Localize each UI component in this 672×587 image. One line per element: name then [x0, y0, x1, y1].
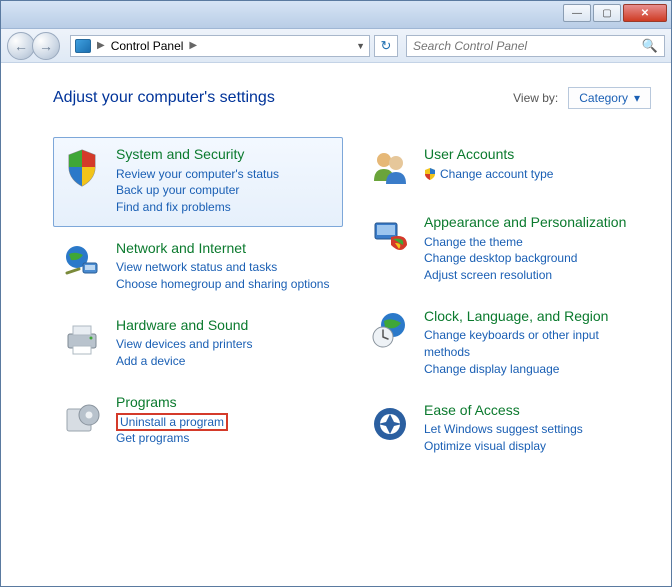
forward-button[interactable]: → [32, 32, 60, 60]
nav-buttons: ← → [7, 32, 60, 60]
category-link[interactable]: Change keyboards or other input methods [424, 328, 599, 359]
view-by-value: Category [579, 91, 628, 105]
content-area: Adjust your computer's settings View by:… [1, 63, 671, 586]
category-title[interactable]: Programs [116, 394, 336, 412]
category-title[interactable]: Clock, Language, and Region [424, 308, 644, 326]
category-link[interactable]: View devices and printers [116, 337, 253, 351]
titlebar: — ▢ ✕ [1, 1, 671, 29]
category-link[interactable]: Adjust screen resolution [424, 268, 552, 282]
globe-network-icon [60, 240, 104, 284]
printer-icon [60, 317, 104, 361]
category-link[interactable]: Change account type [440, 167, 553, 181]
category-link[interactable]: Get programs [116, 431, 189, 445]
users-icon [368, 146, 412, 190]
refresh-button[interactable]: ↻ [374, 35, 398, 57]
category-title[interactable]: System and Security [116, 146, 336, 164]
category-link[interactable]: Change display language [424, 362, 559, 376]
right-column: User Accounts Change account type [361, 137, 651, 470]
category-link[interactable]: Review your computer's status [116, 167, 279, 181]
header-row: Adjust your computer's settings View by:… [53, 87, 651, 109]
category-link[interactable]: Optimize visual display [424, 439, 546, 453]
programs-icon [60, 394, 104, 438]
category-link[interactable]: Change desktop background [424, 251, 577, 265]
breadcrumb[interactable]: Control Panel [111, 39, 184, 53]
category-ease-of-access[interactable]: Ease of Access Let Windows suggest setti… [361, 393, 651, 466]
maximize-button[interactable]: ▢ [593, 4, 621, 22]
category-title[interactable]: User Accounts [424, 146, 644, 164]
control-panel-window: — ▢ ✕ ← → ▶ Control Panel ▶ ▼ ↻ 🔍 Adjust… [0, 0, 672, 587]
chevron-down-icon: ▾ [634, 91, 640, 105]
minimize-button[interactable]: — [563, 4, 591, 22]
category-network-internet[interactable]: Network and Internet View network status… [53, 231, 343, 304]
address-bar[interactable]: ▶ Control Panel ▶ ▼ [70, 35, 370, 57]
category-link[interactable]: View network status and tasks [116, 260, 277, 274]
category-appearance-personalization[interactable]: Appearance and Personalization Change th… [361, 205, 651, 295]
toolbar: ← → ▶ Control Panel ▶ ▼ ↻ 🔍 [1, 29, 671, 63]
appearance-icon [368, 214, 412, 258]
ease-of-access-icon [368, 402, 412, 446]
category-title[interactable]: Hardware and Sound [116, 317, 336, 335]
back-button[interactable]: ← [7, 32, 35, 60]
category-link[interactable]: Choose homegroup and sharing options [116, 277, 329, 291]
category-link[interactable]: Back up your computer [116, 183, 239, 197]
category-link[interactable]: Change the theme [424, 235, 523, 249]
search-box[interactable]: 🔍 [406, 35, 665, 57]
category-system-security[interactable]: System and Security Review your computer… [53, 137, 343, 227]
chevron-right-icon[interactable]: ▶ [189, 40, 197, 51]
link-uninstall-program[interactable]: Uninstall a program [116, 413, 228, 431]
category-link[interactable]: Add a device [116, 354, 185, 368]
close-button[interactable]: ✕ [623, 4, 667, 22]
view-by-select[interactable]: Category ▾ [568, 87, 651, 109]
search-icon[interactable]: 🔍 [642, 38, 658, 54]
view-by: View by: Category ▾ [513, 87, 651, 109]
category-hardware-sound[interactable]: Hardware and Sound View devices and prin… [53, 308, 343, 381]
category-title[interactable]: Network and Internet [116, 240, 336, 258]
chevron-right-icon: ▶ [97, 40, 105, 51]
category-clock-language-region[interactable]: Clock, Language, and Region Change keybo… [361, 299, 651, 389]
page-title: Adjust your computer's settings [53, 89, 275, 107]
category-title[interactable]: Ease of Access [424, 402, 644, 420]
uac-shield-icon [424, 168, 436, 180]
search-input[interactable] [413, 39, 642, 53]
shield-icon [60, 146, 104, 190]
categories-columns: System and Security Review your computer… [53, 137, 651, 470]
category-user-accounts[interactable]: User Accounts Change account type [361, 137, 651, 201]
category-link[interactable]: Let Windows suggest settings [424, 422, 583, 436]
category-programs[interactable]: Programs Uninstall a program Get program… [53, 385, 343, 458]
view-by-label: View by: [513, 91, 558, 105]
control-panel-icon [75, 39, 91, 53]
left-column: System and Security Review your computer… [53, 137, 343, 470]
category-link[interactable]: Find and fix problems [116, 200, 231, 214]
address-dropdown-icon[interactable]: ▼ [356, 41, 365, 51]
category-title[interactable]: Appearance and Personalization [424, 214, 644, 232]
clock-globe-icon [368, 308, 412, 352]
